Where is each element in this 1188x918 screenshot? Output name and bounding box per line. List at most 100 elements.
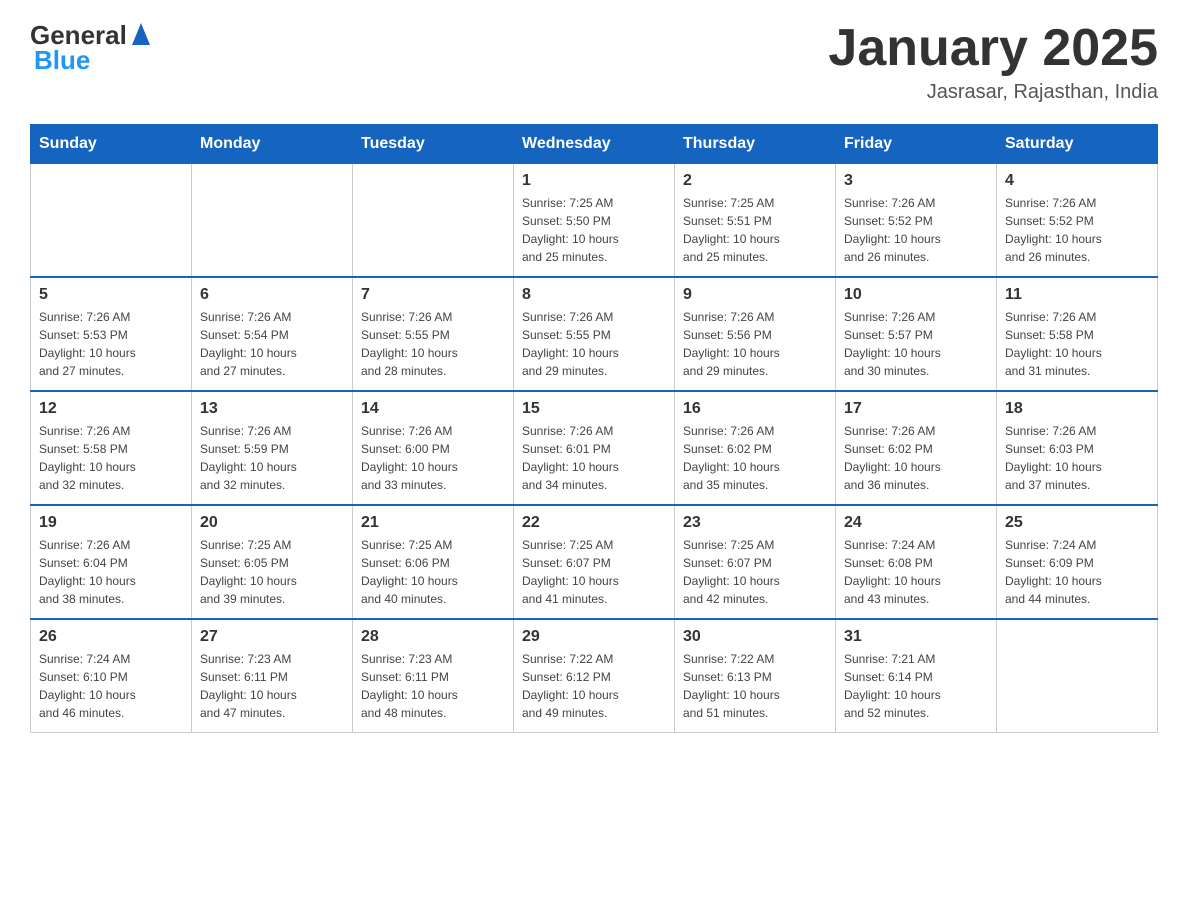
day-info: Sunrise: 7:26 AM Sunset: 6:01 PM Dayligh… [522,422,666,494]
calendar-cell: 16 Sunrise: 7:26 AM Sunset: 6:02 PM Dayli… [675,391,836,505]
day-number: 5 [39,286,183,304]
day-number: 26 [39,628,183,646]
calendar-cell: 6 Sunrise: 7:26 AM Sunset: 5:54 PM Daylig… [192,277,353,391]
day-info: Sunrise: 7:24 AM Sunset: 6:10 PM Dayligh… [39,650,183,722]
day-info: Sunrise: 7:22 AM Sunset: 6:13 PM Dayligh… [683,650,827,722]
calendar-cell: 24 Sunrise: 7:24 AM Sunset: 6:08 PM Dayli… [836,505,997,619]
calendar-cell: 19Sunrise: 7:26 AM Sunset: 6:04 PM Dayli… [31,505,192,619]
calendar-cell: 1 Sunrise: 7:25 AM Sunset: 5:50 PM Daylig… [514,164,675,278]
day-info: Sunrise: 7:26 AM Sunset: 5:55 PM Dayligh… [361,308,505,380]
calendar-cell: 2Sunrise: 7:25 AM Sunset: 5:51 PM Daylig… [675,164,836,278]
day-info: Sunrise: 7:23 AM Sunset: 6:11 PM Dayligh… [361,650,505,722]
logo-flag-icon [130,23,152,45]
month-title: January 2025 [828,20,1158,77]
calendar-cell: 15 Sunrise: 7:26 AM Sunset: 6:01 PM Dayli… [514,391,675,505]
calendar-table: SundayMondayTuesdayWednesdayThursdayFrid… [30,124,1158,733]
day-number: 9 [683,286,827,304]
day-number: 20 [200,514,344,532]
header-day-wednesday: Wednesday [514,125,675,164]
calendar-cell: 23 Sunrise: 7:25 AM Sunset: 6:07 PM Dayli… [675,505,836,619]
calendar-cell: 4 Sunrise: 7:26 AM Sunset: 5:52 PM Daylig… [997,164,1158,278]
calendar-cell: 20 Sunrise: 7:25 AM Sunset: 6:05 PM Dayli… [192,505,353,619]
day-number: 8 [522,286,666,304]
day-info: Sunrise: 7:25 AM Sunset: 6:07 PM Dayligh… [522,536,666,608]
day-number: 15 [522,400,666,418]
day-info: Sunrise: 7:26 AM Sunset: 6:02 PM Dayligh… [844,422,988,494]
day-info: Sunrise: 7:26 AM Sunset: 6:03 PM Dayligh… [1005,422,1149,494]
header-row: SundayMondayTuesdayWednesdayThursdayFrid… [31,125,1158,164]
day-number: 24 [844,514,988,532]
day-info: Sunrise: 7:26 AM Sunset: 5:57 PM Dayligh… [844,308,988,380]
day-number: 27 [200,628,344,646]
day-info: Sunrise: 7:25 AM Sunset: 5:51 PM Dayligh… [683,194,827,266]
calendar-cell: 13 Sunrise: 7:26 AM Sunset: 5:59 PM Dayli… [192,391,353,505]
day-number: 6 [200,286,344,304]
calendar-cell: 12 Sunrise: 7:26 AM Sunset: 5:58 PM Dayli… [31,391,192,505]
day-info: Sunrise: 7:26 AM Sunset: 5:55 PM Dayligh… [522,308,666,380]
header-day-sunday: Sunday [31,125,192,164]
calendar-cell [31,164,192,278]
day-number: 30 [683,628,827,646]
calendar-cell: 11Sunrise: 7:26 AM Sunset: 5:58 PM Dayli… [997,277,1158,391]
week-row-2: 5 Sunrise: 7:26 AM Sunset: 5:53 PM Daylig… [31,277,1158,391]
day-info: Sunrise: 7:26 AM Sunset: 5:53 PM Dayligh… [39,308,183,380]
day-info: Sunrise: 7:25 AM Sunset: 5:50 PM Dayligh… [522,194,666,266]
day-info: Sunrise: 7:22 AM Sunset: 6:12 PM Dayligh… [522,650,666,722]
week-row-3: 12 Sunrise: 7:26 AM Sunset: 5:58 PM Dayli… [31,391,1158,505]
calendar-cell [192,164,353,278]
day-info: Sunrise: 7:25 AM Sunset: 6:06 PM Dayligh… [361,536,505,608]
day-number: 7 [361,286,505,304]
calendar-cell: 31Sunrise: 7:21 AM Sunset: 6:14 PM Dayli… [836,619,997,733]
day-number: 3 [844,172,988,190]
day-number: 12 [39,400,183,418]
day-number: 17 [844,400,988,418]
day-info: Sunrise: 7:25 AM Sunset: 6:07 PM Dayligh… [683,536,827,608]
calendar-cell: 17 Sunrise: 7:26 AM Sunset: 6:02 PM Dayli… [836,391,997,505]
day-info: Sunrise: 7:26 AM Sunset: 5:52 PM Dayligh… [844,194,988,266]
day-info: Sunrise: 7:25 AM Sunset: 6:05 PM Dayligh… [200,536,344,608]
day-info: Sunrise: 7:26 AM Sunset: 5:59 PM Dayligh… [200,422,344,494]
header-day-tuesday: Tuesday [353,125,514,164]
header-day-monday: Monday [192,125,353,164]
calendar-cell: 27Sunrise: 7:23 AM Sunset: 6:11 PM Dayli… [192,619,353,733]
day-number: 21 [361,514,505,532]
calendar-cell: 10Sunrise: 7:26 AM Sunset: 5:57 PM Dayli… [836,277,997,391]
day-info: Sunrise: 7:26 AM Sunset: 6:02 PM Dayligh… [683,422,827,494]
day-number: 11 [1005,286,1149,304]
day-number: 31 [844,628,988,646]
location-text: Jasrasar, Rajasthan, India [828,81,1158,104]
day-info: Sunrise: 7:26 AM Sunset: 5:54 PM Dayligh… [200,308,344,380]
day-info: Sunrise: 7:26 AM Sunset: 5:56 PM Dayligh… [683,308,827,380]
day-number: 28 [361,628,505,646]
calendar-cell [997,619,1158,733]
calendar-cell: 28 Sunrise: 7:23 AM Sunset: 6:11 PM Dayli… [353,619,514,733]
calendar-cell: 14 Sunrise: 7:26 AM Sunset: 6:00 PM Dayli… [353,391,514,505]
day-number: 18 [1005,400,1149,418]
day-number: 1 [522,172,666,190]
day-number: 4 [1005,172,1149,190]
day-number: 13 [200,400,344,418]
day-number: 14 [361,400,505,418]
day-info: Sunrise: 7:26 AM Sunset: 5:52 PM Dayligh… [1005,194,1149,266]
title-section: January 2025 Jasrasar, Rajasthan, India [828,20,1158,104]
day-info: Sunrise: 7:26 AM Sunset: 6:00 PM Dayligh… [361,422,505,494]
day-number: 19 [39,514,183,532]
day-number: 16 [683,400,827,418]
page-header: General Blue January 2025 Jasrasar, Raja… [30,20,1158,104]
calendar-cell: 22Sunrise: 7:25 AM Sunset: 6:07 PM Dayli… [514,505,675,619]
day-number: 29 [522,628,666,646]
header-day-friday: Friday [836,125,997,164]
calendar-cell: 9 Sunrise: 7:26 AM Sunset: 5:56 PM Daylig… [675,277,836,391]
header-day-thursday: Thursday [675,125,836,164]
day-info: Sunrise: 7:26 AM Sunset: 5:58 PM Dayligh… [39,422,183,494]
header-day-saturday: Saturday [997,125,1158,164]
day-info: Sunrise: 7:24 AM Sunset: 6:09 PM Dayligh… [1005,536,1149,608]
calendar-cell: 3 Sunrise: 7:26 AM Sunset: 5:52 PM Daylig… [836,164,997,278]
day-info: Sunrise: 7:24 AM Sunset: 6:08 PM Dayligh… [844,536,988,608]
day-number: 23 [683,514,827,532]
calendar-cell: 5 Sunrise: 7:26 AM Sunset: 5:53 PM Daylig… [31,277,192,391]
calendar-cell: 26 Sunrise: 7:24 AM Sunset: 6:10 PM Dayli… [31,619,192,733]
calendar-cell: 8 Sunrise: 7:26 AM Sunset: 5:55 PM Daylig… [514,277,675,391]
logo-blue-text: Blue [34,45,152,76]
calendar-cell [353,164,514,278]
